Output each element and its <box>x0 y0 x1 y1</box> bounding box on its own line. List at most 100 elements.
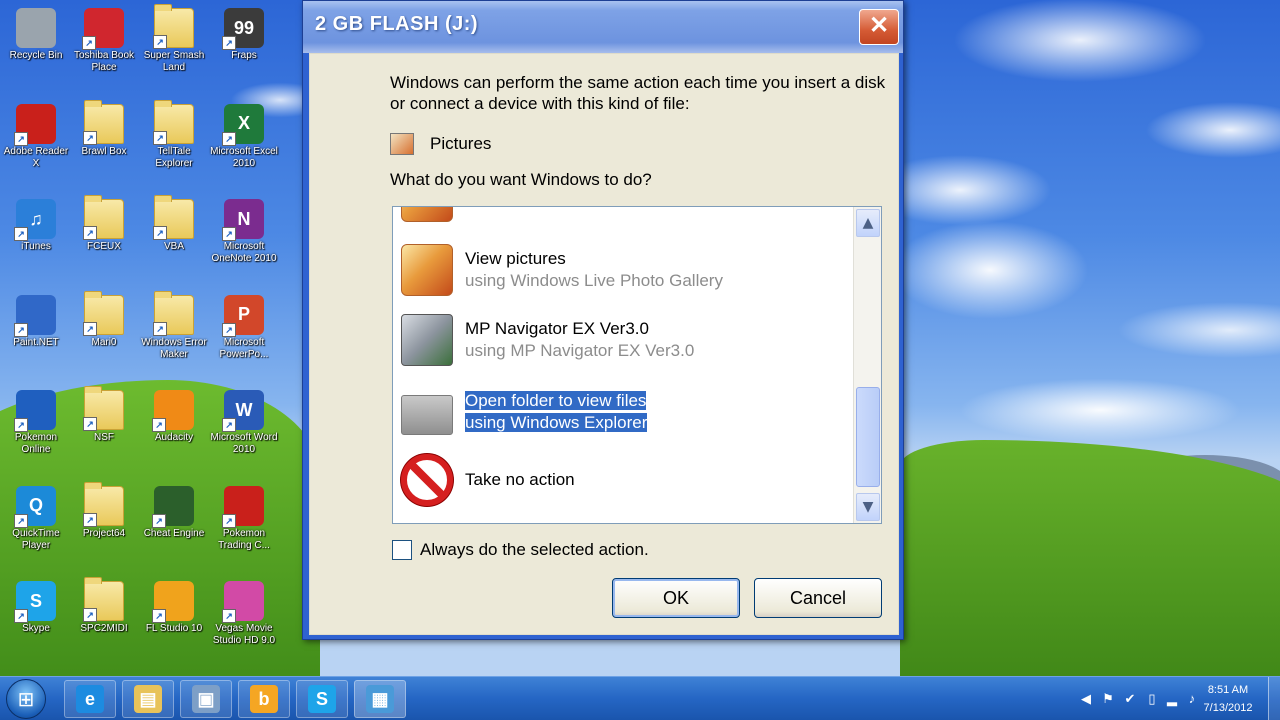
desktop-icon-label: Skype <box>22 623 50 634</box>
desktop-icon-label: Vegas Movie Studio HD 9.0 <box>212 623 276 646</box>
skype-icon: S <box>14 581 56 623</box>
desktop-icon[interactable]: NMicrosoft OneNote 2010 <box>208 193 280 283</box>
desktop-icon[interactable]: Mari0 <box>68 289 140 379</box>
audacity-icon <box>152 390 194 432</box>
desktop-icon[interactable]: Toshiba Book Place <box>68 2 140 92</box>
desktop-icon[interactable]: FCEUX <box>68 193 140 283</box>
fl-studio-icon <box>152 581 194 623</box>
desktop-icon[interactable]: Recycle Bin <box>0 2 72 92</box>
action-option[interactable]: View pictures using Windows Live Photo Ga… <box>393 237 853 303</box>
onenote-icon: N <box>222 199 264 241</box>
taskbar-image-viewer-button[interactable]: ▣ <box>180 680 232 718</box>
desktop-icon[interactable]: Pokemon Online <box>0 384 72 474</box>
action-title: Open folder to view files <box>465 391 647 410</box>
desktop-icon[interactable]: Paint.NET <box>0 289 72 379</box>
dialog-titlebar[interactable]: 2 GB FLASH (J:) ✕ <box>303 1 903 53</box>
desktop-icon[interactable]: 99Fraps <box>208 2 280 92</box>
taskbar-internet-explorer-button[interactable]: e <box>64 680 116 718</box>
desktop-icon[interactable]: SPC2MIDI <box>68 575 140 665</box>
taskbar-file-explorer-button[interactable]: ▤ <box>122 680 174 718</box>
content-type-label: Pictures <box>430 134 492 153</box>
desktop-icon[interactable]: TellTale Explorer <box>138 98 210 188</box>
hill-right <box>900 440 1280 700</box>
action-option[interactable]: Open folder to view files using Windows E… <box>393 379 853 445</box>
itunes-icon: ♫ <box>14 199 56 241</box>
clock-date: 7/13/2012 <box>1203 702 1253 714</box>
show-desktop-button[interactable] <box>1268 677 1280 720</box>
desktop-icon[interactable]: Project64 <box>68 480 140 570</box>
action-center-icon[interactable]: ⚑ <box>1100 691 1116 707</box>
pictures-icon <box>390 133 414 155</box>
always-do-label[interactable]: Always do the selected action. <box>420 540 649 560</box>
clock[interactable]: 8:51 AM 7/13/2012 <box>1190 681 1266 717</box>
folder-icon <box>83 290 124 336</box>
desktop-icon[interactable]: Brawl Box <box>68 98 140 188</box>
scroll-down-button[interactable]: ▼ <box>856 493 880 521</box>
desktop-icon[interactable]: Vegas Movie Studio HD 9.0 <box>208 575 280 665</box>
desktop-icon[interactable]: Pokemon Trading C... <box>208 480 280 570</box>
desktop-icon[interactable]: PMicrosoft PowerPo... <box>208 289 280 379</box>
security-check-icon[interactable]: ✔ <box>1122 691 1138 707</box>
folder-icon <box>83 386 124 431</box>
action-list: using Windows Live Photo Gallery View pic… <box>393 207 853 523</box>
desktop-icon-label: Brawl Box <box>81 145 127 157</box>
action-option[interactable]: using Windows Live Photo Gallery <box>393 207 853 229</box>
desktop-icon[interactable]: Adobe Reader X <box>0 98 72 188</box>
desktop-icon[interactable]: ♫iTunes <box>0 193 72 283</box>
network-signal-icon[interactable]: ▂ <box>1164 691 1180 707</box>
desktop-icon[interactable]: SSkype <box>0 575 72 665</box>
desktop-icon-label: Microsoft Word 2010 <box>210 432 278 455</box>
taskbar: ⊞ e ▤ ▣ b S ▦ ◀ ⚑ ✔ ▯ ▂ ♪ 8:51 AM 7/13/2012 <box>0 676 1280 720</box>
show-hidden-icons-icon[interactable]: ◀ <box>1078 691 1094 707</box>
powerpoint-icon: P <box>222 294 264 337</box>
dialog-prompt: Windows can perform the same action each… <box>390 73 886 113</box>
action-option[interactable]: MP Navigator EX Ver3.0 using MP Navigator… <box>393 307 853 373</box>
desktop-icon-label: Project64 <box>82 527 126 539</box>
desktop-icon[interactable]: QQuickTime Player <box>0 480 72 570</box>
start-button[interactable]: ⊞ <box>6 679 46 719</box>
battery-icon[interactable]: ▯ <box>1144 691 1160 707</box>
desktop-icon-label: iTunes <box>21 241 51 252</box>
desktop-icon[interactable]: Audacity <box>138 384 210 474</box>
always-do-checkbox[interactable] <box>392 540 412 560</box>
taskbar-skype-button[interactable]: S <box>296 680 348 718</box>
action-subtitle: using MP Navigator EX Ver3.0 <box>465 341 695 360</box>
desktop-icon-label: Pokemon Online <box>14 432 58 455</box>
desktop-icon-label: Audacity <box>154 432 194 443</box>
desktop-icon[interactable]: Cheat Engine <box>138 480 210 570</box>
chevron-up-icon: ▲ <box>862 215 874 231</box>
desktop-icon-label: Recycle Bin <box>9 50 63 61</box>
desktop-icon[interactable]: Windows Error Maker <box>138 289 210 379</box>
taskbar-bing-bar-button[interactable]: b <box>238 680 290 718</box>
desktop-icon[interactable]: Super Smash Land <box>138 2 210 92</box>
folder-icon <box>153 99 194 145</box>
folder-icon <box>83 481 124 527</box>
vertical-scrollbar[interactable]: ▲ ▼ <box>853 207 881 523</box>
dialog-body: Windows can perform the same action each… <box>309 53 899 635</box>
desktop-icon[interactable]: XMicrosoft Excel 2010 <box>208 98 280 188</box>
content-type-row: Pictures <box>390 130 491 158</box>
scroll-up-button[interactable]: ▲ <box>856 209 880 237</box>
desktop-icon[interactable]: FL Studio 10 <box>138 575 210 665</box>
taskbar-control-panel-button[interactable]: ▦ <box>354 680 406 718</box>
folder-icon <box>153 195 194 240</box>
desktop-icon[interactable]: WMicrosoft Word 2010 <box>208 384 280 474</box>
close-button[interactable]: ✕ <box>859 9 899 45</box>
desktop-icon-label: Windows Error Maker <box>141 336 207 360</box>
action-option-text: Take no action <box>465 469 575 491</box>
desktop-icon[interactable]: VBA <box>138 193 210 283</box>
desktop-icon-label: Paint.NET <box>13 336 59 348</box>
scrollbar-thumb[interactable] <box>856 387 880 487</box>
always-do-row[interactable]: Always do the selected action. <box>392 540 649 560</box>
photo-gallery-icon <box>401 207 453 222</box>
action-option[interactable]: Take no action <box>393 447 853 513</box>
desktop-icon-label: Super Smash Land <box>143 50 205 73</box>
vegas-icon <box>222 581 264 623</box>
ok-button[interactable]: OK <box>612 578 740 618</box>
desktop-icon-grid: Recycle Bin Toshiba Book Place Super Smash… <box>0 0 290 676</box>
desktop-icon[interactable]: NSF <box>68 384 140 474</box>
action-listbox[interactable]: using Windows Live Photo Gallery View pic… <box>392 206 882 524</box>
cancel-button[interactable]: Cancel <box>754 578 882 618</box>
action-title: Take no action <box>465 470 575 489</box>
pokemon-tcg-icon <box>222 485 264 528</box>
